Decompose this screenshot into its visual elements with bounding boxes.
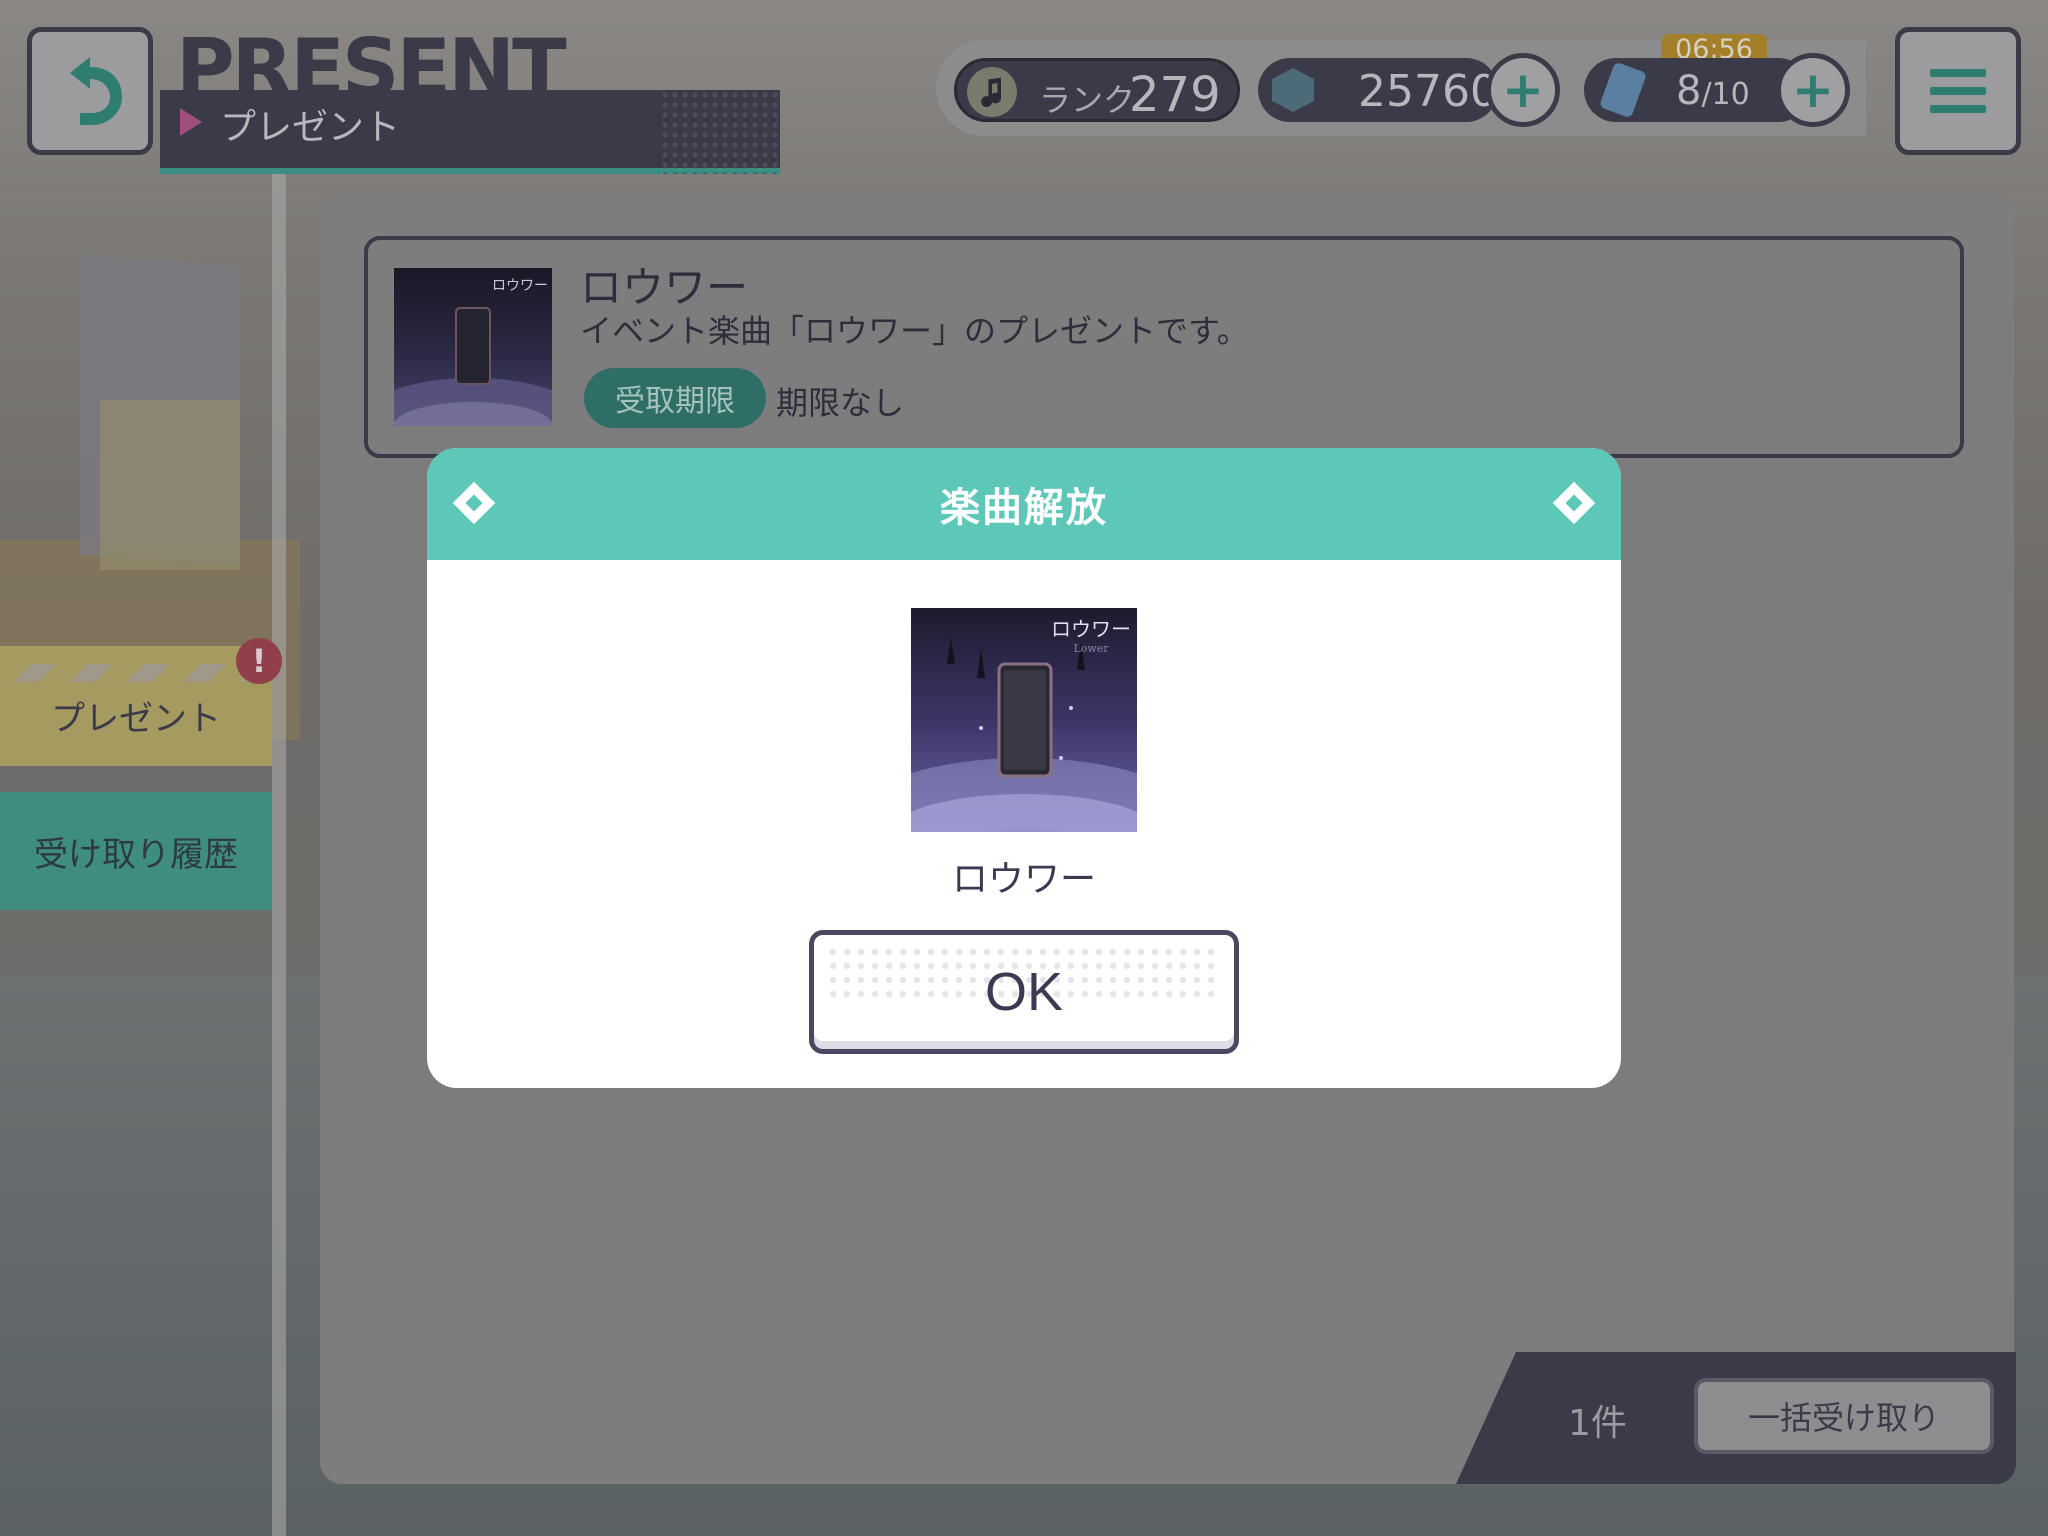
title-bar-pattern xyxy=(660,90,780,174)
crystal-icon xyxy=(1272,68,1314,112)
alert-badge-icon: ! xyxy=(236,638,282,684)
bulk-receive-button[interactable]: 一括受け取り xyxy=(1694,1378,1994,1454)
rank-label: ランク xyxy=(1039,81,1136,119)
jacket-title-text: ロウワー xyxy=(1051,617,1131,641)
tab-present-label: プレゼント xyxy=(51,698,221,739)
tab-history[interactable]: 受け取り履歴 xyxy=(0,792,272,910)
gem-count: 25760 xyxy=(1358,66,1498,117)
energy-value: 8/10 xyxy=(1676,68,1750,114)
song-unlock-dialog: 楽曲解放 ロウワー Lower ロウワー OK xyxy=(427,448,1621,1088)
back-arrow-icon xyxy=(70,57,122,125)
play-triangle-icon xyxy=(180,108,202,136)
add-energy-button[interactable]: + xyxy=(1776,53,1850,127)
unlocked-song-name: ロウワー xyxy=(951,859,1096,900)
present-item-description: イベント楽曲「ロウワー」のプレゼントです。 xyxy=(580,312,1249,350)
hamburger-icon xyxy=(1930,69,1986,77)
ok-button-label: OK xyxy=(984,962,1064,1022)
plus-icon: + xyxy=(1792,61,1834,119)
energy-max: /10 xyxy=(1701,77,1750,112)
diamond-icon xyxy=(452,481,496,525)
tab-present[interactable]: プレゼント xyxy=(0,646,272,766)
energy-current: 8 xyxy=(1676,68,1702,114)
background-poster xyxy=(100,400,240,570)
hamburger-icon-line xyxy=(1930,105,1986,113)
diamond-icon xyxy=(1552,481,1596,525)
deadline-label: 受取期限 xyxy=(584,368,766,428)
page-title-block: PRESENT プレゼント xyxy=(150,22,780,174)
music-note-icon xyxy=(967,67,1017,117)
plus-icon: + xyxy=(1502,61,1544,119)
hamburger-icon-line xyxy=(1930,87,1986,95)
tab-history-label: 受け取り履歴 xyxy=(34,834,238,875)
present-count: 1件 xyxy=(1568,1403,1627,1444)
page-subtitle: プレゼント xyxy=(220,107,401,148)
energy-drink-icon xyxy=(1598,61,1648,119)
jacket-subtitle-text: Lower xyxy=(1073,642,1109,655)
bulk-receive-label: 一括受け取り xyxy=(1747,1399,1940,1437)
jacket-title-text: ロウワー xyxy=(492,278,548,294)
deadline-value: 期限なし xyxy=(776,384,905,422)
gem-display: 25760 xyxy=(1258,58,1498,122)
menu-button[interactable] xyxy=(1895,27,2021,155)
add-gems-button[interactable]: + xyxy=(1486,53,1560,127)
song-jacket-image: ロウワー Lower xyxy=(911,608,1137,832)
background-pillar xyxy=(272,130,286,1536)
dialog-title: 楽曲解放 xyxy=(940,485,1108,531)
ok-button[interactable]: OK xyxy=(809,930,1239,1054)
rank-display: ランク 279 xyxy=(954,58,1240,123)
back-button[interactable] xyxy=(27,27,153,155)
dialog-header: 楽曲解放 xyxy=(427,448,1621,560)
song-jacket-thumbnail: ロウワー xyxy=(394,268,552,426)
rank-value: 279 xyxy=(1129,67,1221,123)
